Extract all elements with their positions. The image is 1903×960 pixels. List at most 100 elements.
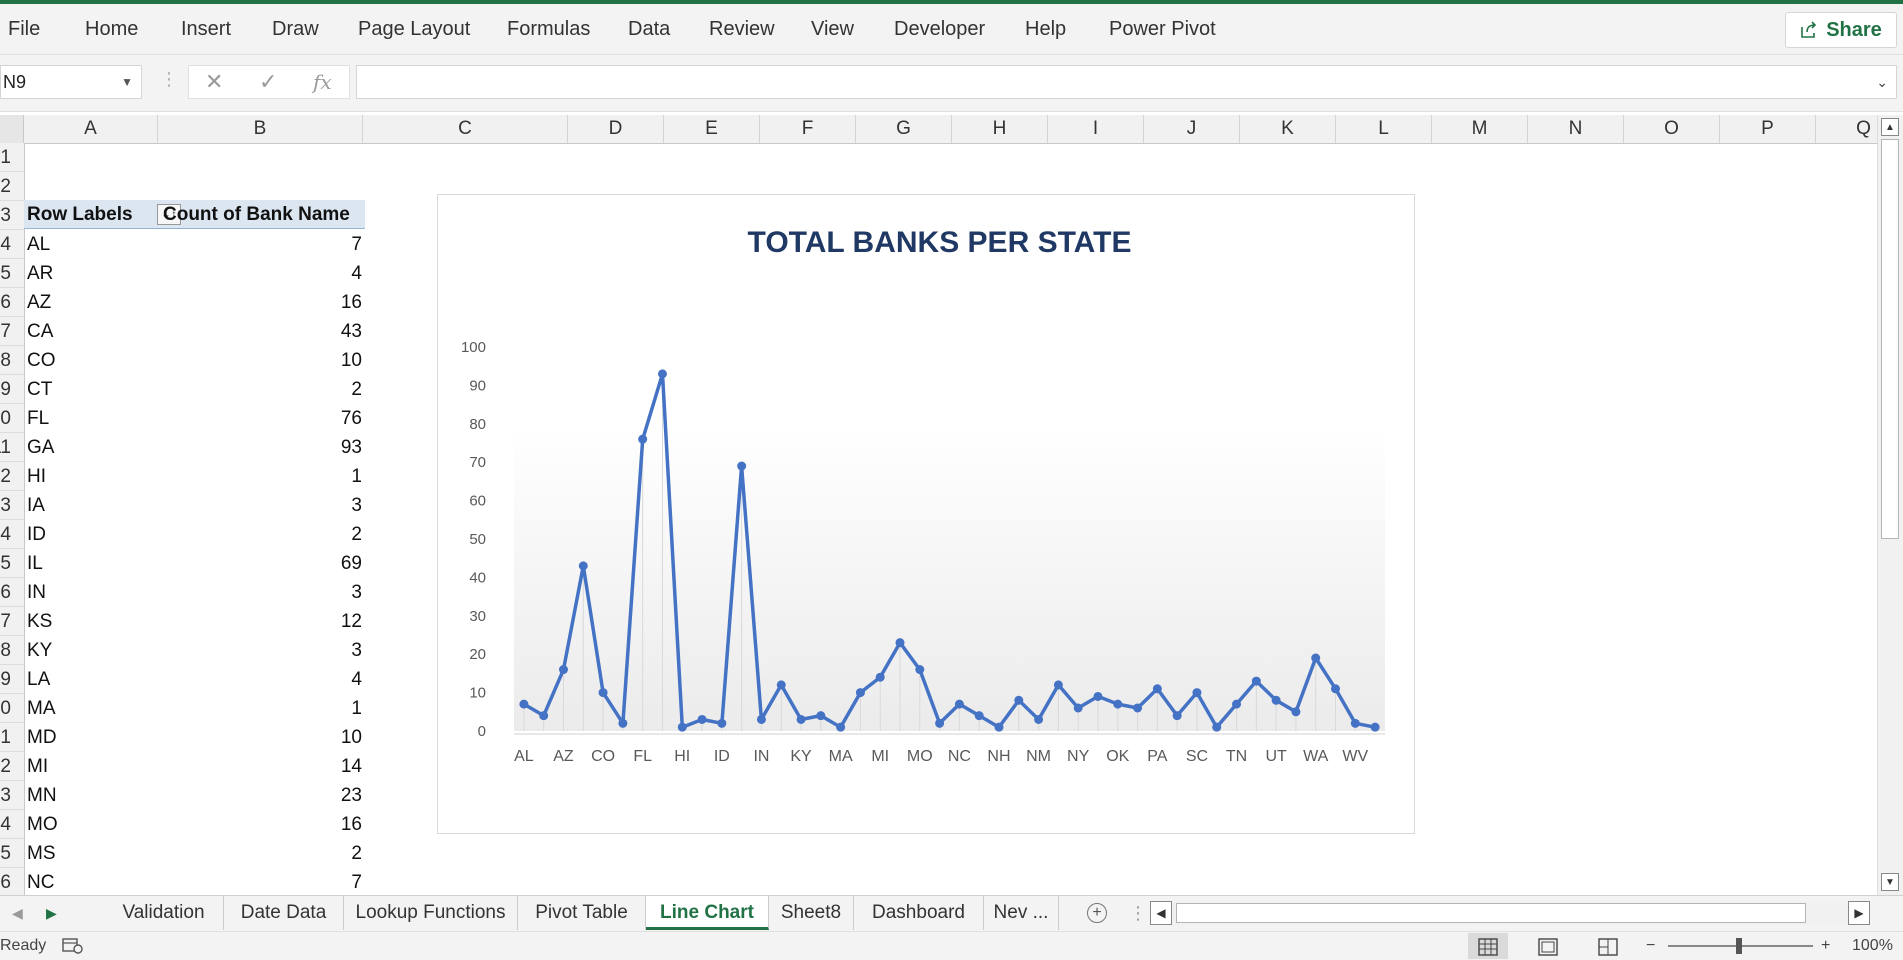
enter-check-icon[interactable]: ✓ [259,66,277,98]
column-header-f[interactable]: F [760,115,856,143]
sheet-tab[interactable]: Date Data [224,896,344,930]
pivot-row-value[interactable]: 7 [160,230,362,259]
pivot-value-header[interactable]: Count of Bank Name [163,200,350,229]
column-header-p[interactable]: P [1720,115,1816,143]
pivot-row-label[interactable]: AL [27,230,50,259]
column-header-m[interactable]: M [1432,115,1528,143]
pivot-row-label[interactable]: MO [27,810,58,839]
row-header-8[interactable]: 8 [0,346,24,375]
pivot-row-value[interactable]: 16 [160,288,362,317]
sheet-tab[interactable]: Lookup Functions [344,896,518,930]
pivot-row-value[interactable]: 23 [160,781,362,810]
pivot-row-label[interactable]: CT [27,375,52,404]
worksheet-grid[interactable]: ABCDEFGHIJKLMNOPQ 1234567891011121314151… [0,115,1877,895]
row-header-1[interactable]: 1 [0,143,24,172]
row-header-22[interactable]: 22 [0,752,24,781]
pivot-row-value[interactable]: 2 [160,520,362,549]
next-sheet-icon[interactable]: ▶ [46,896,57,930]
pivot-row-value[interactable]: 3 [160,636,362,665]
row-header-5[interactable]: 5 [0,259,24,288]
tab-draw[interactable]: Draw [272,4,319,54]
insert-function-icon[interactable]: fx [313,66,332,98]
line-chart[interactable]: TOTAL BANKS PER STATE 0 10 20 30 40 50 60 70 80 90… [437,194,1415,834]
zoom-out-button[interactable]: − [1646,932,1655,960]
column-header-e[interactable]: E [664,115,760,143]
row-header-25[interactable]: 25 [0,839,24,868]
column-header-l[interactable]: L [1336,115,1432,143]
tab-data[interactable]: Data [628,4,670,54]
row-header-11[interactable]: 11 [0,433,24,462]
pivot-row-value[interactable]: 1 [160,462,362,491]
column-header-h[interactable]: H [952,115,1048,143]
pivot-row-label[interactable]: KY [27,636,52,665]
column-header-n[interactable]: N [1528,115,1624,143]
pivot-row-label[interactable]: IN [27,578,46,607]
name-box[interactable]: N9 ▼ [0,65,142,99]
normal-view-icon[interactable] [1468,933,1508,959]
pivot-row-label[interactable]: MS [27,839,56,868]
horizontal-scroll-thumb[interactable] [1176,903,1806,923]
select-all-corner[interactable] [0,115,24,143]
pivot-row-label[interactable]: CO [27,346,56,375]
pivot-row-label[interactable]: ID [27,520,46,549]
pivot-row-label[interactable]: MD [27,723,57,752]
row-header-6[interactable]: 6 [0,288,24,317]
column-header-q[interactable]: Q [1816,115,1877,143]
pivot-row-value[interactable]: 3 [160,578,362,607]
row-header-4[interactable]: 4 [0,230,24,259]
row-header-2[interactable]: 2 [0,172,24,201]
row-header-14[interactable]: 14 [0,520,24,549]
cancel-icon[interactable]: ✕ [205,66,223,98]
pivot-row-label[interactable]: MN [27,781,57,810]
tab-page-layout[interactable]: Page Layout [358,4,470,54]
pivot-row-label[interactable]: NC [27,868,54,895]
row-header-18[interactable]: 18 [0,636,24,665]
column-header-j[interactable]: J [1144,115,1240,143]
accessibility-icon[interactable] [62,932,84,960]
pivot-row-value[interactable]: 76 [160,404,362,433]
vertical-scrollbar[interactable]: ▲ ▼ [1877,115,1903,895]
row-header-13[interactable]: 13 [0,491,24,520]
pivot-row-label[interactable]: HI [27,462,46,491]
scroll-right-icon[interactable]: ▶ [1848,901,1870,925]
prev-sheet-icon[interactable]: ◀ [12,896,23,930]
row-header-26[interactable]: 26 [0,868,24,895]
sheet-tab[interactable]: Pivot Table [518,896,646,930]
sheet-tab[interactable]: Sheet8 [769,896,854,930]
vertical-scroll-thumb[interactable] [1881,139,1899,539]
row-header-15[interactable]: 15 [0,549,24,578]
pivot-row-label[interactable]: GA [27,433,54,462]
pivot-row-label[interactable]: LA [27,665,50,694]
pivot-row-value[interactable]: 2 [160,839,362,868]
tab-home[interactable]: Home [85,4,138,54]
column-header-d[interactable]: D [568,115,664,143]
scroll-down-icon[interactable]: ▼ [1881,873,1899,891]
row-header-17[interactable]: 17 [0,607,24,636]
tab-developer[interactable]: Developer [894,4,985,54]
column-header-i[interactable]: I [1048,115,1144,143]
sheet-tab[interactable]: Line Chart [646,896,769,930]
row-header-12[interactable]: 12 [0,462,24,491]
pivot-row-value[interactable]: 10 [160,723,362,752]
row-header-16[interactable]: 16 [0,578,24,607]
chevron-down-icon[interactable]: ▼ [121,66,133,98]
row-header-10[interactable]: 10 [0,404,24,433]
pivot-row-value[interactable]: 10 [160,346,362,375]
formula-bar-grip-icon[interactable]: ⋮ [160,69,178,90]
row-header-21[interactable]: 21 [0,723,24,752]
add-sheet-icon[interactable]: + [1087,903,1107,923]
formula-input[interactable]: ⌄ [356,65,1897,99]
pivot-row-value[interactable]: 69 [160,549,362,578]
pivot-row-label[interactable]: FL [27,404,49,433]
column-header-g[interactable]: G [856,115,952,143]
sheet-tab[interactable]: Dashboard [854,896,984,930]
column-header-c[interactable]: C [363,115,568,143]
scroll-up-icon[interactable]: ▲ [1881,118,1899,136]
horizontal-scrollbar[interactable]: ◀ ▶ [1150,901,1870,925]
pivot-row-value[interactable]: 4 [160,259,362,288]
scroll-left-icon[interactable]: ◀ [1150,901,1172,925]
sheet-tab[interactable]: Validation [104,896,224,930]
pivot-row-label[interactable]: IA [27,491,45,520]
zoom-level[interactable]: 100% [1852,932,1893,960]
pivot-row-value[interactable]: 7 [160,868,362,895]
